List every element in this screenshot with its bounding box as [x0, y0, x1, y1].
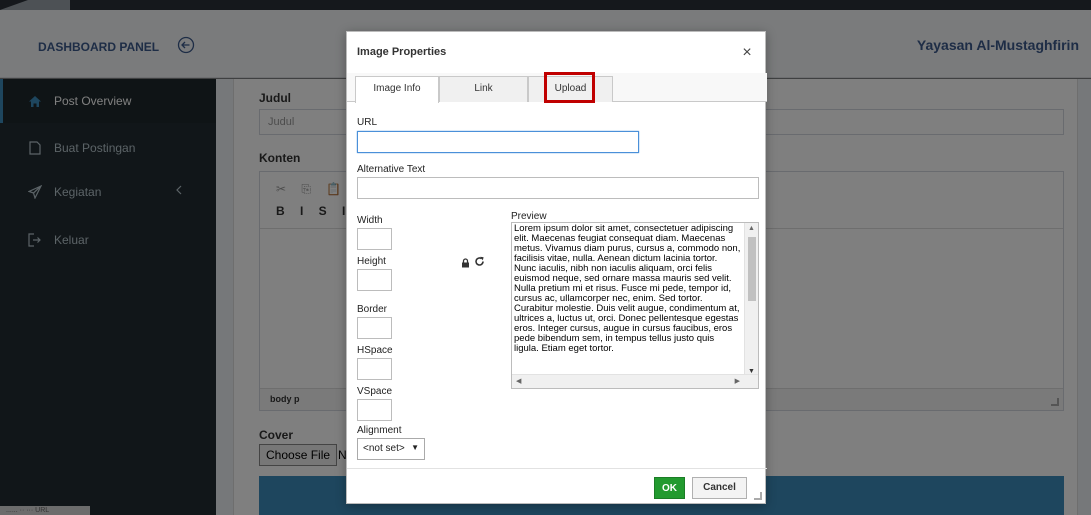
height-label: Height — [357, 256, 386, 267]
alignment-value: <not set> — [363, 443, 405, 454]
alt-text-label: Alternative Text — [357, 164, 426, 175]
hspace-input[interactable] — [357, 358, 392, 380]
close-icon[interactable]: × — [739, 44, 755, 62]
border-label: Border — [357, 304, 388, 315]
preview-horizontal-scrollbar[interactable]: ◀ ▶ — [512, 374, 758, 388]
alignment-select[interactable]: <not set> ▼ — [357, 438, 425, 460]
url-label: URL — [357, 117, 378, 128]
cancel-button[interactable]: Cancel — [692, 477, 747, 499]
dialog-resize-grip-icon[interactable] — [754, 492, 762, 500]
image-properties-dialog: Image Properties × Image Info Link Uploa… — [346, 31, 767, 504]
scroll-up-icon[interactable]: ▲ — [748, 225, 755, 232]
lock-icon[interactable] — [461, 257, 470, 271]
width-input[interactable] — [357, 228, 392, 250]
preview-label: Preview — [511, 211, 547, 222]
border-input[interactable] — [357, 317, 392, 339]
reset-size-icon[interactable] — [474, 256, 485, 270]
dialog-footer-divider — [347, 468, 767, 469]
dialog-title: Image Properties — [357, 46, 447, 58]
vspace-label: VSpace — [357, 386, 393, 397]
caret-down-icon: ▼ — [411, 443, 419, 452]
preview-area[interactable]: Lorem ipsum dolor sit amet, consectetuer… — [511, 222, 759, 389]
hspace-label: HSpace — [357, 345, 393, 356]
url-input[interactable] — [357, 131, 639, 153]
preview-vertical-scrollbar[interactable]: ▲ ▼ — [744, 223, 758, 376]
tab-link[interactable]: Link — [439, 76, 528, 102]
width-label: Width — [357, 215, 383, 226]
scroll-left-icon[interactable]: ◀ — [516, 377, 521, 385]
tab-image-info[interactable]: Image Info — [355, 76, 439, 103]
scroll-thumb[interactable] — [748, 237, 756, 301]
preview-text: Lorem ipsum dolor sit amet, consectetuer… — [514, 223, 741, 354]
scroll-right-icon[interactable]: ▶ — [735, 377, 740, 385]
ok-button[interactable]: OK — [654, 477, 685, 499]
height-input[interactable] — [357, 269, 392, 291]
alignment-label: Alignment — [357, 425, 402, 436]
vspace-input[interactable] — [357, 399, 392, 421]
upload-tab-highlight — [544, 72, 595, 103]
alt-text-input[interactable] — [357, 177, 759, 199]
